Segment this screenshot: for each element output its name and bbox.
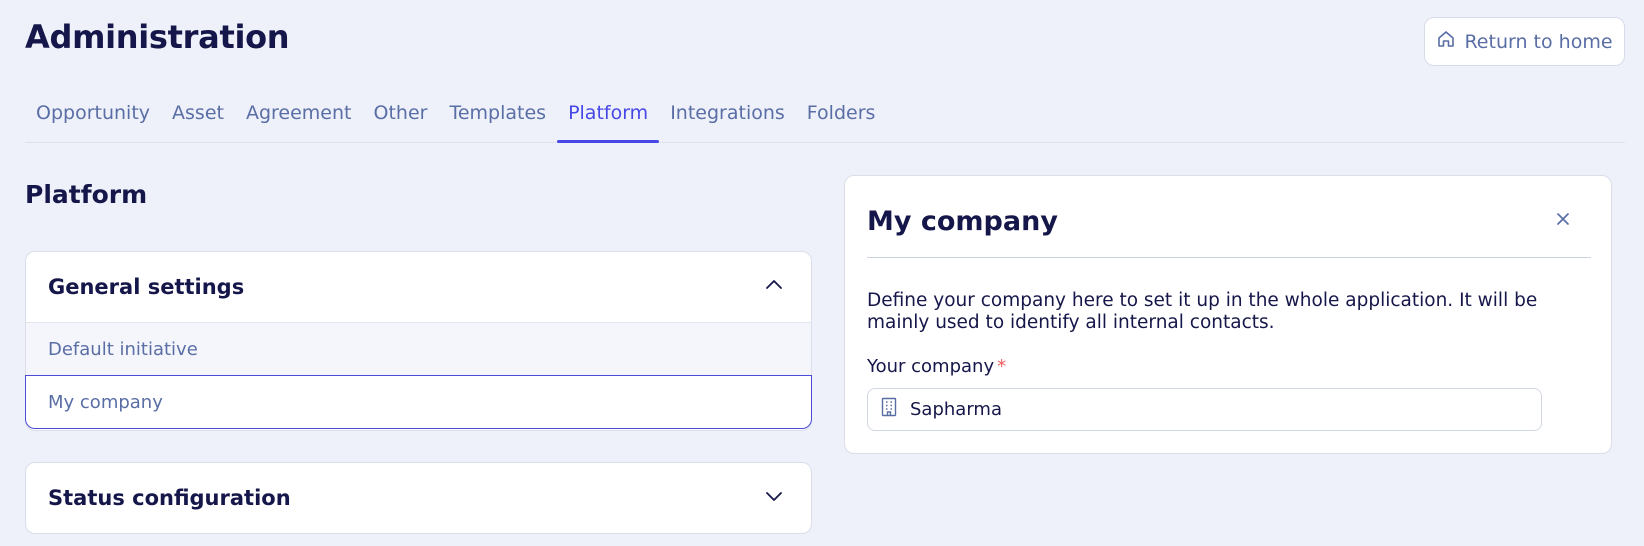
chevron-down-icon xyxy=(763,485,785,511)
chevron-up-icon xyxy=(763,274,785,300)
company-field-label-text: Your company xyxy=(867,356,995,377)
return-home-label: Return to home xyxy=(1464,30,1613,53)
building-icon xyxy=(880,397,898,422)
settings-item-my-company[interactable]: My company xyxy=(25,375,812,429)
tab-asset[interactable]: Asset xyxy=(161,96,235,142)
section-title: Platform xyxy=(25,180,148,209)
my-company-panel: My company Define your company here to s… xyxy=(844,175,1612,454)
tab-platform[interactable]: Platform xyxy=(557,96,660,143)
status-configuration-header[interactable]: Status configuration xyxy=(26,463,811,533)
tab-opportunity[interactable]: Opportunity xyxy=(25,96,161,142)
general-settings-header[interactable]: General settings xyxy=(26,252,811,322)
company-input[interactable]: Sapharma xyxy=(867,388,1542,431)
panel-title: My company xyxy=(867,206,1058,237)
general-settings-title: General settings xyxy=(48,275,245,299)
tab-folders[interactable]: Folders xyxy=(796,96,887,142)
close-panel-button[interactable] xyxy=(1550,208,1576,234)
status-configuration-accordion: Status configuration xyxy=(25,462,812,534)
panel-description: Define your company here to set it up in… xyxy=(867,290,1538,333)
tab-other[interactable]: Other xyxy=(363,96,439,142)
required-mark: * xyxy=(997,356,1007,377)
company-input-value: Sapharma xyxy=(910,399,1002,420)
return-home-button[interactable]: Return to home xyxy=(1424,17,1625,66)
status-configuration-title: Status configuration xyxy=(48,486,291,510)
general-settings-accordion: General settings Default initiative My c… xyxy=(25,251,812,431)
home-icon xyxy=(1436,29,1456,54)
panel-divider xyxy=(867,257,1591,258)
tab-agreement[interactable]: Agreement xyxy=(235,96,363,142)
admin-tabs: Opportunity Asset Agreement Other Templa… xyxy=(25,96,1625,143)
company-field-label: Your company * xyxy=(867,356,1006,377)
tab-integrations[interactable]: Integrations xyxy=(659,96,796,142)
close-icon xyxy=(1555,211,1571,231)
admin-page: Administration Return to home Opportunit… xyxy=(0,0,1644,546)
page-title: Administration xyxy=(25,18,290,56)
tab-templates[interactable]: Templates xyxy=(438,96,557,142)
settings-item-default-initiative[interactable]: Default initiative xyxy=(26,322,811,375)
